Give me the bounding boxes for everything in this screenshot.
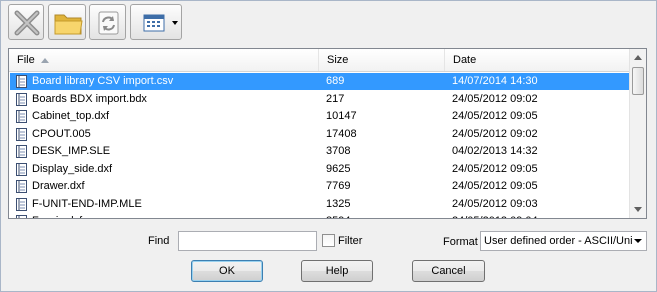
file-icon <box>16 145 27 158</box>
folder-icon <box>54 14 83 35</box>
file-size: 17408 <box>326 128 357 140</box>
file-row[interactable]: Fascia.dxf 8594 24/05/2012 09:04 <box>10 213 631 218</box>
file-date: 24/05/2012 09:05 <box>452 180 538 192</box>
file-name: DESK_IMP.SLE <box>32 145 111 157</box>
open-folder-button[interactable] <box>48 4 86 40</box>
refresh-button[interactable] <box>89 4 126 40</box>
sort-ascending-icon <box>40 57 49 63</box>
delete-button[interactable] <box>8 4 44 40</box>
chevron-up-icon <box>634 55 642 60</box>
scroll-up-button[interactable] <box>630 49 646 66</box>
cancel-button[interactable]: Cancel <box>412 260 485 282</box>
file-date: 04/02/2013 14:32 <box>452 145 538 157</box>
file-date: 24/05/2012 09:05 <box>452 163 538 175</box>
view-options-button[interactable] <box>130 4 182 40</box>
file-icon <box>16 110 27 123</box>
format-selected-value: User defined order - ASCII/Uni <box>484 235 633 247</box>
help-button[interactable]: Help <box>301 260 373 282</box>
file-row[interactable]: Drawer.dxf 7769 24/05/2012 09:05 <box>10 178 631 195</box>
list-header: File Size Date <box>9 49 631 72</box>
column-header-date[interactable]: Date <box>445 49 631 71</box>
scrollbar-thumb[interactable] <box>632 67 644 95</box>
column-file-label: File <box>17 54 35 66</box>
file-date: 24/05/2012 09:05 <box>452 110 538 122</box>
column-size-label: Size <box>327 54 349 66</box>
column-date-label: Date <box>453 54 477 66</box>
filter-checkbox[interactable] <box>322 234 335 247</box>
ok-button[interactable]: OK <box>191 260 263 282</box>
filter-label: Filter <box>338 235 363 247</box>
vertical-scrollbar[interactable] <box>629 49 646 218</box>
file-icon <box>16 75 27 88</box>
refresh-icon <box>98 11 119 35</box>
file-name: Display_side.dxf <box>32 163 113 175</box>
file-icon <box>16 128 27 141</box>
file-date: 24/05/2012 09:02 <box>452 93 538 105</box>
file-date: 24/05/2012 09:02 <box>452 128 538 140</box>
file-row[interactable]: CPOUT.005 17408 24/05/2012 09:02 <box>10 126 631 143</box>
file-size: 9625 <box>326 163 351 175</box>
scroll-down-button[interactable] <box>630 201 646 218</box>
file-name: CPOUT.005 <box>32 128 91 140</box>
file-icon <box>16 215 27 218</box>
find-input[interactable] <box>178 231 317 251</box>
find-label: Find <box>148 235 170 247</box>
file-name: Fascia.dxf <box>32 213 82 218</box>
file-name: Drawer.dxf <box>32 180 85 192</box>
file-name: Boards BDX import.bdx <box>32 93 147 105</box>
column-header-size[interactable]: Size <box>319 49 445 71</box>
file-name: Cabinet_top.dxf <box>32 110 110 122</box>
file-size: 1325 <box>326 198 351 210</box>
file-row[interactable]: Display_side.dxf 9625 24/05/2012 09:05 <box>10 161 631 178</box>
view-grid-icon <box>143 14 178 32</box>
file-icon <box>16 93 27 106</box>
column-header-file[interactable]: File <box>9 49 319 71</box>
file-row[interactable]: Board library CSV import.csv 689 14/07/201… <box>10 73 631 90</box>
file-size: 689 <box>326 75 345 87</box>
file-size: 7769 <box>326 180 351 192</box>
file-size: 3708 <box>326 145 351 157</box>
format-label: Format <box>443 236 478 248</box>
file-name: F-UNIT-END-IMP.MLE <box>32 198 142 210</box>
file-row[interactable]: F-UNIT-END-IMP.MLE 1325 24/05/2012 09:03 <box>10 196 631 213</box>
file-name: Board library CSV import.csv <box>32 75 174 87</box>
file-icon <box>16 163 27 176</box>
file-icon <box>16 180 27 193</box>
format-select[interactable]: User defined order - ASCII/Uni <box>480 231 647 251</box>
file-row[interactable]: Boards BDX import.bdx 217 24/05/2012 09:02 <box>10 91 631 108</box>
dropdown-arrow-icon <box>634 239 642 243</box>
file-size: 217 <box>326 93 345 105</box>
file-list[interactable]: File Size Date Board library CSV import.… <box>8 48 647 219</box>
file-date: 24/05/2012 09:04 <box>452 213 538 218</box>
file-row[interactable]: DESK_IMP.SLE 3708 04/02/2013 14:32 <box>10 143 631 160</box>
file-icon <box>16 198 27 211</box>
file-row[interactable]: Cabinet_top.dxf 10147 24/05/2012 09:05 <box>10 108 631 125</box>
file-date: 14/07/2014 14:30 <box>452 75 538 87</box>
file-size: 10147 <box>326 110 357 122</box>
delete-x-icon <box>14 10 40 36</box>
file-date: 24/05/2012 09:03 <box>452 198 538 210</box>
chevron-down-icon <box>634 207 642 212</box>
file-size: 8594 <box>326 213 350 218</box>
